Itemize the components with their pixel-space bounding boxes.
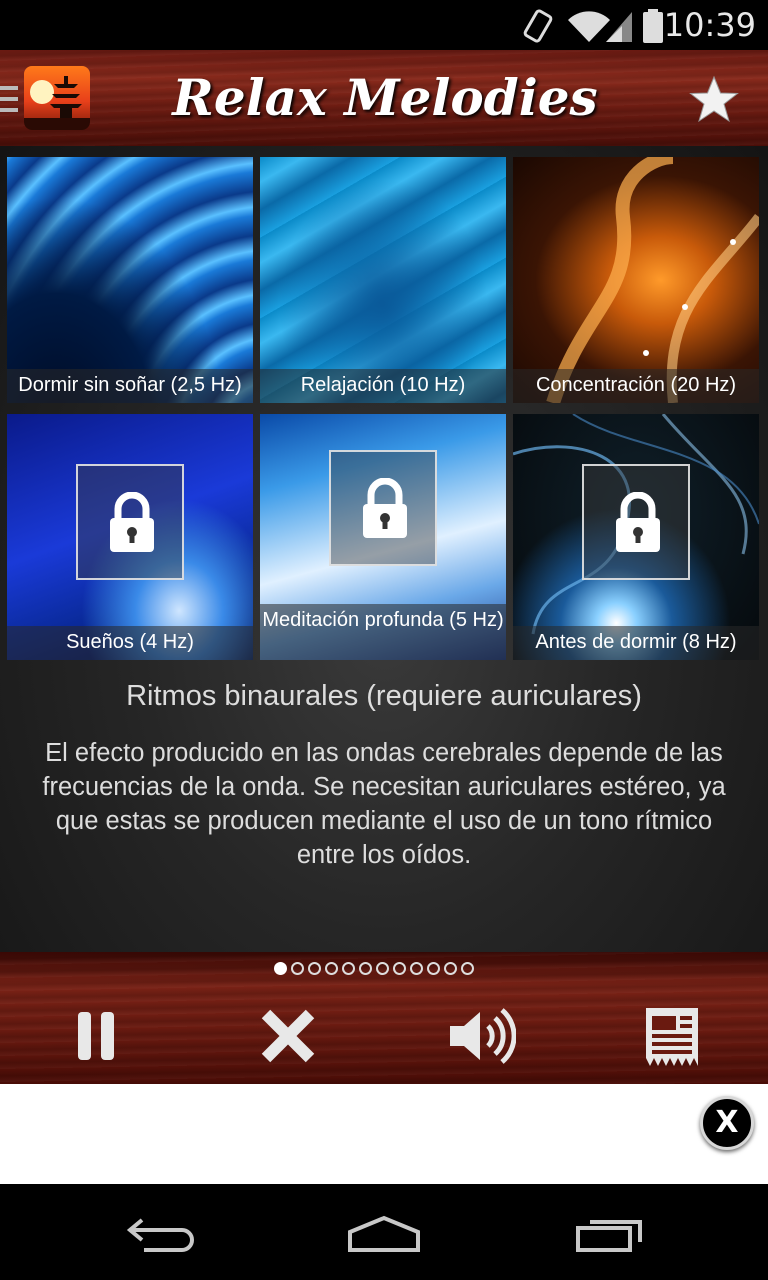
page-dot[interactable] — [274, 962, 287, 975]
sound-tile[interactable]: Relajación (10 Hz) — [260, 157, 506, 403]
tile-label: Antes de dormir (8 Hz) — [513, 626, 759, 660]
menu-icon[interactable] — [0, 86, 18, 119]
tile-label: Relajación (10 Hz) — [260, 369, 506, 403]
system-nav-bar — [0, 1184, 768, 1280]
page-dot[interactable] — [359, 962, 372, 975]
page-dot[interactable] — [325, 962, 338, 975]
page-dot[interactable] — [291, 962, 304, 975]
lock-icon — [363, 478, 407, 538]
back-icon[interactable] — [124, 1214, 196, 1254]
tile-label: Meditación profunda (5 Hz) — [260, 604, 506, 660]
page-dot[interactable] — [444, 962, 457, 975]
lock-icon — [616, 492, 660, 552]
home-icon[interactable] — [346, 1214, 422, 1254]
main-content: Dormir sin soñar (2,5 Hz) Relajación (10… — [0, 146, 768, 952]
ad-close-button[interactable]: X — [700, 1096, 754, 1150]
page-dot[interactable] — [342, 962, 355, 975]
locked-sound-tile[interactable]: Sueños (4 Hz) — [7, 414, 253, 660]
sound-tile[interactable]: Dormir sin soñar (2,5 Hz) — [7, 157, 253, 403]
close-icon[interactable] — [256, 1004, 320, 1068]
category-description: El efecto producido en las ondas cerebra… — [42, 739, 726, 869]
locked-sound-tile[interactable]: Meditación profunda (5 Hz) — [260, 414, 506, 660]
lock-overlay — [76, 464, 184, 580]
recents-icon[interactable] — [574, 1214, 646, 1254]
status-bar: 10:39 — [0, 0, 768, 50]
page-dot[interactable] — [393, 962, 406, 975]
phone-rotate-icon — [523, 9, 553, 43]
app-logo-icon[interactable] — [24, 66, 90, 130]
volume-icon[interactable] — [446, 1004, 516, 1068]
lock-overlay — [329, 450, 437, 566]
page-dot[interactable] — [427, 962, 440, 975]
page-dot[interactable] — [376, 962, 389, 975]
lock-icon — [110, 492, 154, 552]
player-bar — [0, 952, 768, 1084]
page-dot[interactable] — [461, 962, 474, 975]
signal-icon — [606, 12, 632, 42]
ad-banner[interactable]: X — [0, 1084, 768, 1184]
page-indicator[interactable] — [274, 962, 474, 978]
tile-label: Sueños (4 Hz) — [7, 626, 253, 660]
battery-icon — [643, 9, 663, 43]
sound-tile[interactable]: Concentración (20 Hz) — [513, 157, 759, 403]
pause-icon[interactable] — [64, 1004, 128, 1068]
clock: 10:39 — [663, 6, 756, 44]
tile-label: Dormir sin soñar (2,5 Hz) — [7, 369, 253, 403]
locked-sound-tile[interactable]: Antes de dormir (8 Hz) — [513, 414, 759, 660]
tile-label: Concentración (20 Hz) — [513, 369, 759, 403]
page-dot[interactable] — [410, 962, 423, 975]
timer-icon[interactable] — [640, 1004, 704, 1068]
star-icon[interactable] — [688, 74, 740, 126]
page-dot[interactable] — [308, 962, 321, 975]
app-title: Relax Melodies — [172, 68, 598, 127]
lock-overlay — [582, 464, 690, 580]
tile-artwork — [546, 157, 759, 403]
app-header: Relax Melodies — [0, 50, 768, 146]
category-title: Ritmos binaurales (requiere auriculares) — [126, 680, 642, 712]
